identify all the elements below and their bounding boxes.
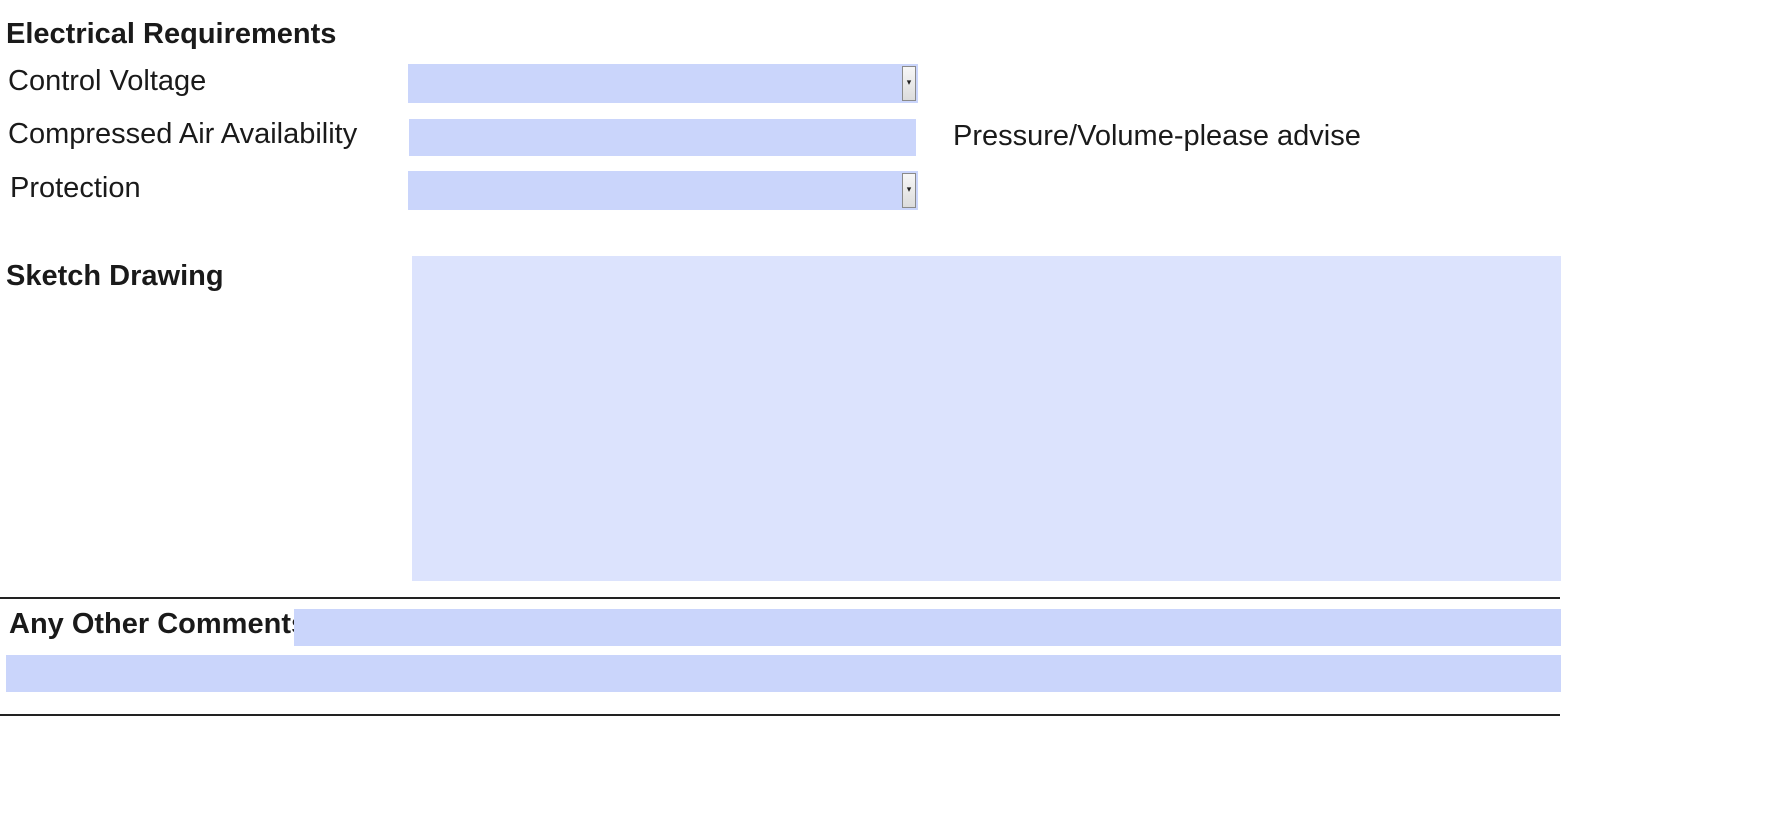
control-voltage-select[interactable]: ▾ [408,64,918,103]
compressed-air-hint: Pressure/Volume-please advise [953,120,1361,152]
protection-label: Protection [10,172,141,204]
section-heading-sketch: Sketch Drawing [6,260,224,292]
comments-field-line-2[interactable] [6,655,1561,692]
chevron-down-icon[interactable]: ▾ [902,173,916,208]
sketch-drawing-area[interactable] [412,256,1561,581]
comments-field-line-1[interactable] [294,609,1561,646]
divider-bottom [0,714,1560,716]
section-heading-electrical: Electrical Requirements [6,18,337,50]
chevron-down-icon[interactable]: ▾ [902,66,916,101]
control-voltage-label: Control Voltage [8,65,207,97]
protection-select[interactable]: ▾ [408,171,918,210]
compressed-air-field[interactable] [409,119,916,156]
comments-label: Any Other Comments: [9,608,317,640]
compressed-air-label: Compressed Air Availability [8,118,358,150]
divider-top [0,597,1560,599]
